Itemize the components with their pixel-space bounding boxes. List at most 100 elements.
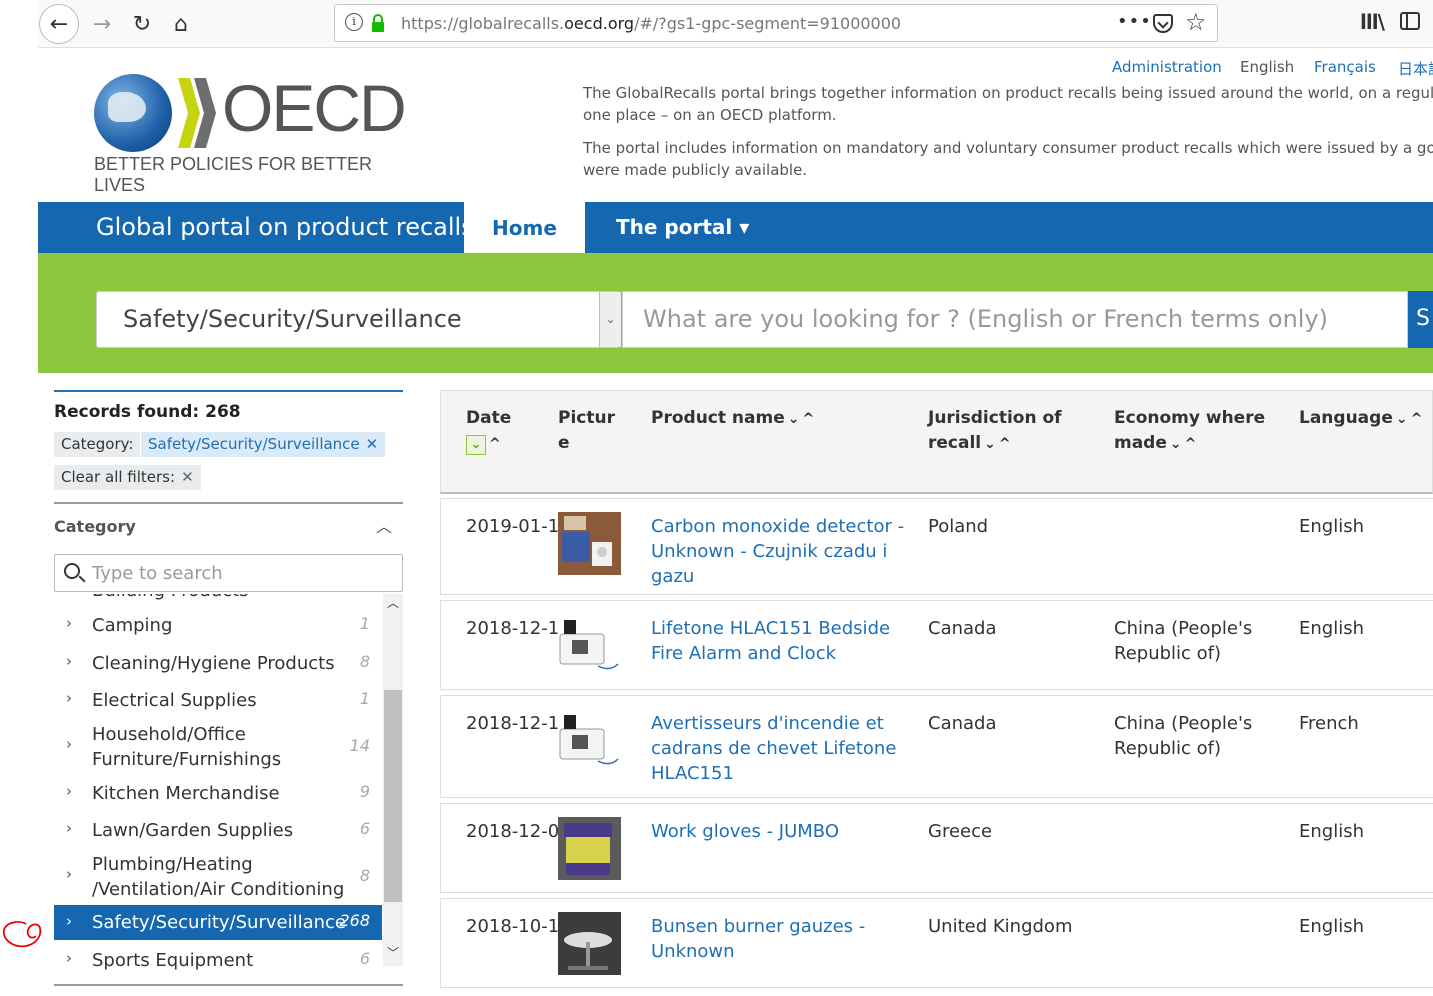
close-icon[interactable]: ✕ — [366, 435, 379, 453]
table-row[interactable]: 2018-10-10 Bunsen burner gauzes - Unknow… — [440, 898, 1433, 988]
product-name-link[interactable]: Lifetone HLAC151 Bedside Fire Alarm and … — [651, 616, 890, 666]
table-row[interactable]: 2018-12-19 Lifetone HLAC151 Bedside Fire… — [440, 600, 1433, 690]
chevron-up-icon[interactable]: ︿ — [376, 513, 392, 537]
category-search-input[interactable]: Type to search — [54, 554, 403, 592]
category-item[interactable]: › Household/Office Furniture/Furnishings… — [54, 721, 382, 773]
administration-link[interactable]: Administration — [1112, 58, 1222, 76]
category-item[interactable]: › Building Products 8 — [54, 594, 382, 604]
category-select[interactable]: Safety/Security/Surveillance ⌄ — [96, 291, 621, 348]
product-name-link[interactable]: Carbon monoxide detector - Unknown - Czu… — [651, 514, 904, 589]
library-icon[interactable]: lll\ — [1360, 10, 1385, 34]
results-table: Date ⌄ ^ Pictur e Product name ⌄ ^ Jurisdic… — [440, 390, 1433, 996]
chevron-right-icon: › — [66, 819, 72, 837]
sort-desc-icon[interactable]: ⌄ — [1170, 436, 1182, 452]
row-language: English — [1299, 821, 1364, 842]
nav-home-tab[interactable]: Home — [464, 202, 585, 253]
product-name-link[interactable]: Avertisseurs d'incendie et cadrans de ch… — [651, 711, 896, 786]
scrollbar-thumb[interactable] — [384, 690, 402, 902]
info-icon[interactable]: i — [345, 13, 363, 31]
column-jurisdiction[interactable]: Jurisdiction of recall ⌄ ^ — [928, 406, 1062, 457]
sort-desc-icon[interactable]: ⌄ — [1396, 411, 1408, 427]
category-item[interactable]: › Kitchen Merchandise 9 — [54, 779, 382, 807]
divider — [54, 390, 403, 392]
filters-panel: Records found: 268 Category: Safety/Secu… — [54, 390, 403, 996]
row-date: 2018-12-19 — [466, 713, 571, 734]
product-name-link[interactable]: Bunsen burner gauzes - Unknown — [651, 914, 865, 964]
sidebar-toggle-icon[interactable] — [1400, 12, 1420, 30]
bookmark-star-icon[interactable]: ☆ — [1185, 8, 1207, 36]
search-placeholder: What are you looking for ? (English or F… — [643, 305, 1329, 333]
language-english[interactable]: English — [1240, 58, 1294, 76]
sort-asc-icon[interactable]: ^ — [999, 436, 1011, 452]
row-jurisdiction: Canada — [928, 713, 997, 734]
product-name-link[interactable]: Work gloves - JUMBO — [651, 819, 839, 844]
active-filter-label: Category: — [54, 432, 141, 457]
sort-desc-icon[interactable]: ⌄ — [788, 411, 800, 427]
category-item-selected[interactable]: › Safety/Security/Surveillance 268 — [54, 905, 382, 940]
sort-desc-icon[interactable]: ⌄ — [466, 435, 486, 455]
column-economy[interactable]: Economy where made ⌄ ^ — [1114, 406, 1265, 457]
product-thumbnail[interactable] — [558, 614, 621, 677]
scroll-down-icon[interactable]: ﹀ — [387, 944, 399, 961]
column-date[interactable]: Date ⌄ ^ — [466, 406, 511, 457]
language-french[interactable]: Français — [1314, 58, 1376, 76]
product-thumbnail[interactable] — [558, 817, 621, 880]
sort-asc-icon[interactable]: ^ — [802, 411, 814, 427]
back-arrow-icon[interactable]: ← — [39, 4, 79, 44]
column-language[interactable]: Language ⌄ ^ — [1299, 406, 1422, 432]
chevron-right-icon: › — [66, 949, 72, 967]
intro-paragraph-1: The GlobalRecalls portal brings together… — [583, 84, 1433, 124]
close-icon[interactable]: ✕ — [181, 468, 194, 486]
chevron-right-icon: › — [66, 689, 72, 707]
divider — [54, 984, 403, 986]
category-item[interactable]: › Sports Equipment 6 — [54, 946, 382, 974]
row-date: 2019-01-15 — [466, 516, 571, 537]
search-icon — [64, 563, 80, 579]
search-button[interactable]: S — [1408, 291, 1433, 348]
row-jurisdiction: Canada — [928, 618, 997, 639]
chevron-right-icon: › — [66, 652, 72, 670]
category-item[interactable]: › Plumbing/Heating /Ventilation/Air Cond… — [54, 851, 382, 903]
column-product-name[interactable]: Product name ⌄ ^ — [651, 406, 814, 432]
sort-asc-icon[interactable]: ^ — [489, 436, 501, 452]
chevron-right-icon: › — [66, 735, 72, 753]
row-date: 2018-10-10 — [466, 916, 571, 937]
row-jurisdiction: United Kingdom — [928, 916, 1073, 937]
portal-title[interactable]: Global portal on product recalls — [96, 213, 474, 241]
chevron-down-icon[interactable]: ⌄ — [599, 292, 621, 347]
more-actions-icon[interactable]: ••• — [1117, 11, 1152, 32]
home-icon[interactable]: ⌂ — [161, 4, 201, 44]
sort-desc-icon[interactable]: ⌄ — [984, 436, 996, 452]
logo-text: OECD — [222, 71, 407, 145]
active-filter-category[interactable]: Safety/Security/Surveillance ✕ — [141, 432, 386, 457]
table-row[interactable]: 2018-12-19 Avertisseurs d'incendie et ca… — [440, 695, 1433, 798]
language-japanese[interactable]: 日本語 — [1398, 58, 1433, 79]
url-text: https://globalrecalls.oecd.org/#/?gs1-gp… — [401, 14, 902, 33]
globe-icon — [94, 74, 172, 152]
oecd-logo[interactable]: OECD BETTER POLICIES FOR BETTER LIVES — [94, 71, 424, 195]
category-scrollbar[interactable]: ︿ ﹀ — [383, 594, 403, 966]
forward-arrow-icon[interactable]: → — [82, 4, 122, 44]
product-thumbnail[interactable] — [558, 709, 621, 772]
sort-asc-icon[interactable]: ^ — [1411, 411, 1423, 427]
search-input[interactable]: What are you looking for ? (English or F… — [622, 291, 1408, 348]
category-item[interactable]: › Electrical Supplies 1 — [54, 686, 382, 714]
chevron-right-icon: › — [66, 594, 72, 597]
category-item[interactable]: › Lawn/Garden Supplies 6 — [54, 816, 382, 844]
reload-icon[interactable]: ↻ — [122, 4, 162, 44]
product-thumbnail[interactable] — [558, 512, 621, 575]
category-item[interactable]: › Cleaning/Hygiene Products 8 — [54, 649, 382, 677]
nav-portal-dropdown[interactable]: The portal ▾ — [616, 215, 749, 239]
category-item[interactable]: › Camping 1 — [54, 611, 382, 639]
product-thumbnail[interactable] — [558, 912, 621, 975]
row-jurisdiction: Poland — [928, 516, 989, 537]
address-bar[interactable]: i https://globalrecalls.oecd.org/#/?gs1-… — [334, 4, 1218, 42]
pocket-icon[interactable] — [1153, 14, 1173, 33]
scroll-up-icon[interactable]: ︿ — [387, 594, 399, 611]
sort-asc-icon[interactable]: ^ — [1185, 436, 1197, 452]
category-list: › Building Products 8 › Camping 1 › Clea… — [54, 594, 403, 974]
table-row[interactable]: 2019-01-15 Carbon monoxide detector - Un… — [440, 498, 1433, 595]
clear-all-filters[interactable]: Clear all filters: ✕ — [54, 465, 201, 490]
category-heading: Category — [54, 517, 136, 536]
table-row[interactable]: 2018-12-05 Work gloves - JUMBO Greece En… — [440, 803, 1433, 893]
